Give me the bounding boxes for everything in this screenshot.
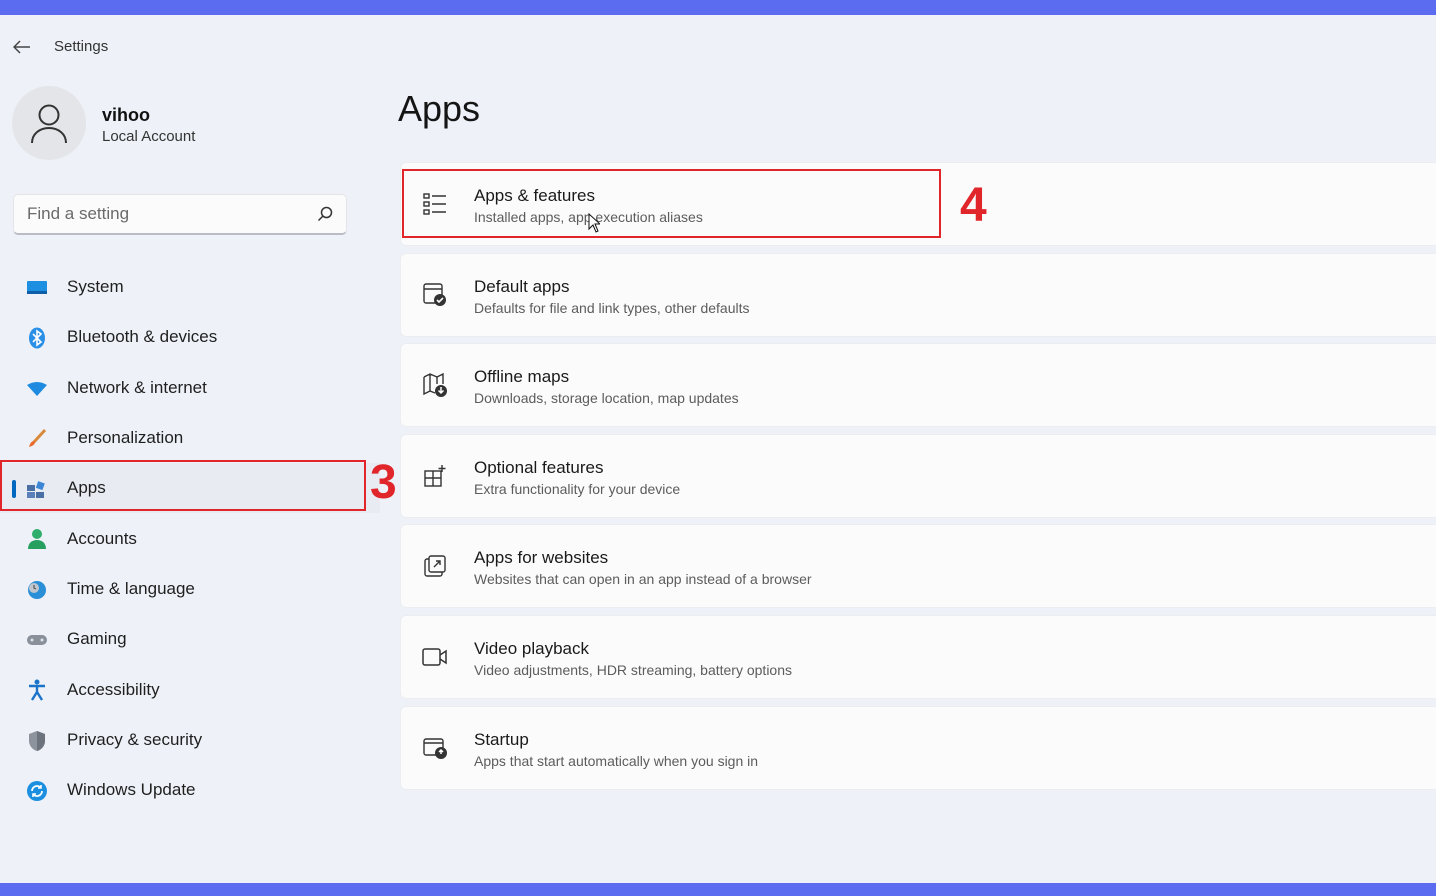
card-subtitle: Downloads, storage location, map updates: [474, 390, 739, 407]
annotation-step-4: 4: [960, 179, 987, 232]
sidebar-item-accessibility[interactable]: Accessibility: [0, 664, 380, 714]
default-apps-icon: [421, 281, 449, 309]
sidebar-item-label: Network & internet: [67, 377, 207, 397]
map-icon: [421, 371, 449, 399]
sidebar-item-personalization[interactable]: Personalization: [0, 413, 380, 463]
add-grid-icon: [421, 462, 449, 490]
sidebar-item-label: System: [67, 277, 124, 297]
sidebar-item-label: Windows Update: [67, 780, 196, 800]
sidebar-item-privacy[interactable]: Privacy & security: [0, 715, 380, 765]
wifi-icon: [24, 376, 50, 402]
card-title: Default apps: [474, 276, 570, 296]
card-video-playback[interactable]: Video playback Video adjustments, HDR st…: [400, 614, 1436, 699]
card-apps-for-websites[interactable]: Apps for websites Websites that can open…: [400, 524, 1436, 609]
sidebar-nav: System Bluetooth & devices Network & int…: [0, 262, 380, 815]
annotation-step-3: 3: [370, 456, 397, 509]
mouse-cursor-icon: [588, 213, 600, 233]
card-title: Video playback: [474, 638, 589, 658]
sidebar-item-label: Privacy & security: [67, 729, 203, 749]
search-icon[interactable]: [316, 205, 334, 223]
sidebar-item-time-language[interactable]: Time & language: [0, 564, 380, 614]
back-button[interactable]: [8, 35, 36, 59]
sidebar-item-accounts[interactable]: Accounts: [0, 513, 380, 563]
annotation-box-apps: [0, 460, 366, 511]
sidebar-item-label: Time & language: [67, 578, 195, 598]
settings-card-list: Apps & features Installed apps, app exec…: [400, 162, 1436, 796]
accessibility-icon: [24, 677, 50, 703]
person-icon: [24, 526, 50, 552]
card-subtitle: Apps that start automatically when you s…: [474, 752, 759, 769]
sidebar-item-network[interactable]: Network & internet: [0, 363, 380, 413]
bluetooth-icon: [24, 325, 50, 351]
sidebar-item-label: Accessibility: [67, 679, 160, 699]
card-title: Offline maps: [474, 367, 570, 387]
globe-clock-icon: [24, 577, 50, 603]
card-optional-features[interactable]: Optional features Extra functionality fo…: [400, 433, 1436, 518]
frame-bottom-bar: [0, 883, 1436, 896]
shield-icon: [24, 728, 50, 754]
card-title: Startup: [474, 729, 529, 749]
person-outline-icon: [31, 104, 67, 144]
card-default-apps[interactable]: Default apps Defaults for file and link …: [400, 252, 1436, 337]
update-icon: [24, 778, 50, 804]
system-icon: [24, 275, 50, 301]
sidebar-item-label: Gaming: [67, 629, 127, 649]
sidebar-item-windows-update[interactable]: Windows Update: [0, 765, 380, 815]
card-subtitle: Defaults for file and link types, other …: [474, 299, 750, 316]
startup-icon: [421, 734, 449, 762]
brush-icon: [24, 426, 50, 452]
user-name: vihoo: [102, 105, 150, 125]
search-box[interactable]: [13, 194, 347, 235]
card-title: Optional features: [474, 457, 604, 477]
sidebar-item-label: Personalization: [67, 428, 184, 448]
sidebar-item-label: Bluetooth & devices: [67, 327, 218, 347]
annotation-box-apps-features: [402, 169, 941, 238]
sidebar-item-label: Accounts: [67, 528, 137, 548]
app-title: Settings: [54, 38, 109, 55]
sidebar-item-system[interactable]: System: [0, 262, 380, 312]
card-subtitle: Video adjustments, HDR streaming, batter…: [474, 661, 793, 678]
user-profile[interactable]: vihoo Local Account: [12, 86, 372, 162]
back-arrow-icon: [13, 40, 30, 54]
open-external-icon: [421, 552, 449, 580]
card-subtitle: Extra functionality for your device: [474, 480, 681, 497]
card-offline-maps[interactable]: Offline maps Downloads, storage location…: [400, 343, 1436, 428]
search-input[interactable]: [14, 195, 304, 233]
avatar: [12, 86, 86, 160]
card-subtitle: Websites that can open in an app instead…: [474, 571, 812, 588]
page-title: Apps: [398, 88, 481, 129]
sidebar-item-gaming[interactable]: Gaming: [0, 614, 380, 664]
gamepad-icon: [24, 627, 50, 653]
sidebar-item-bluetooth[interactable]: Bluetooth & devices: [0, 312, 380, 362]
video-camera-icon: [421, 643, 449, 671]
card-startup[interactable]: Startup Apps that start automatically wh…: [400, 705, 1436, 790]
frame-top-bar: [0, 0, 1436, 15]
card-title: Apps for websites: [474, 548, 609, 568]
account-type: Local Account: [102, 128, 196, 145]
title-bar: Settings: [0, 15, 400, 77]
